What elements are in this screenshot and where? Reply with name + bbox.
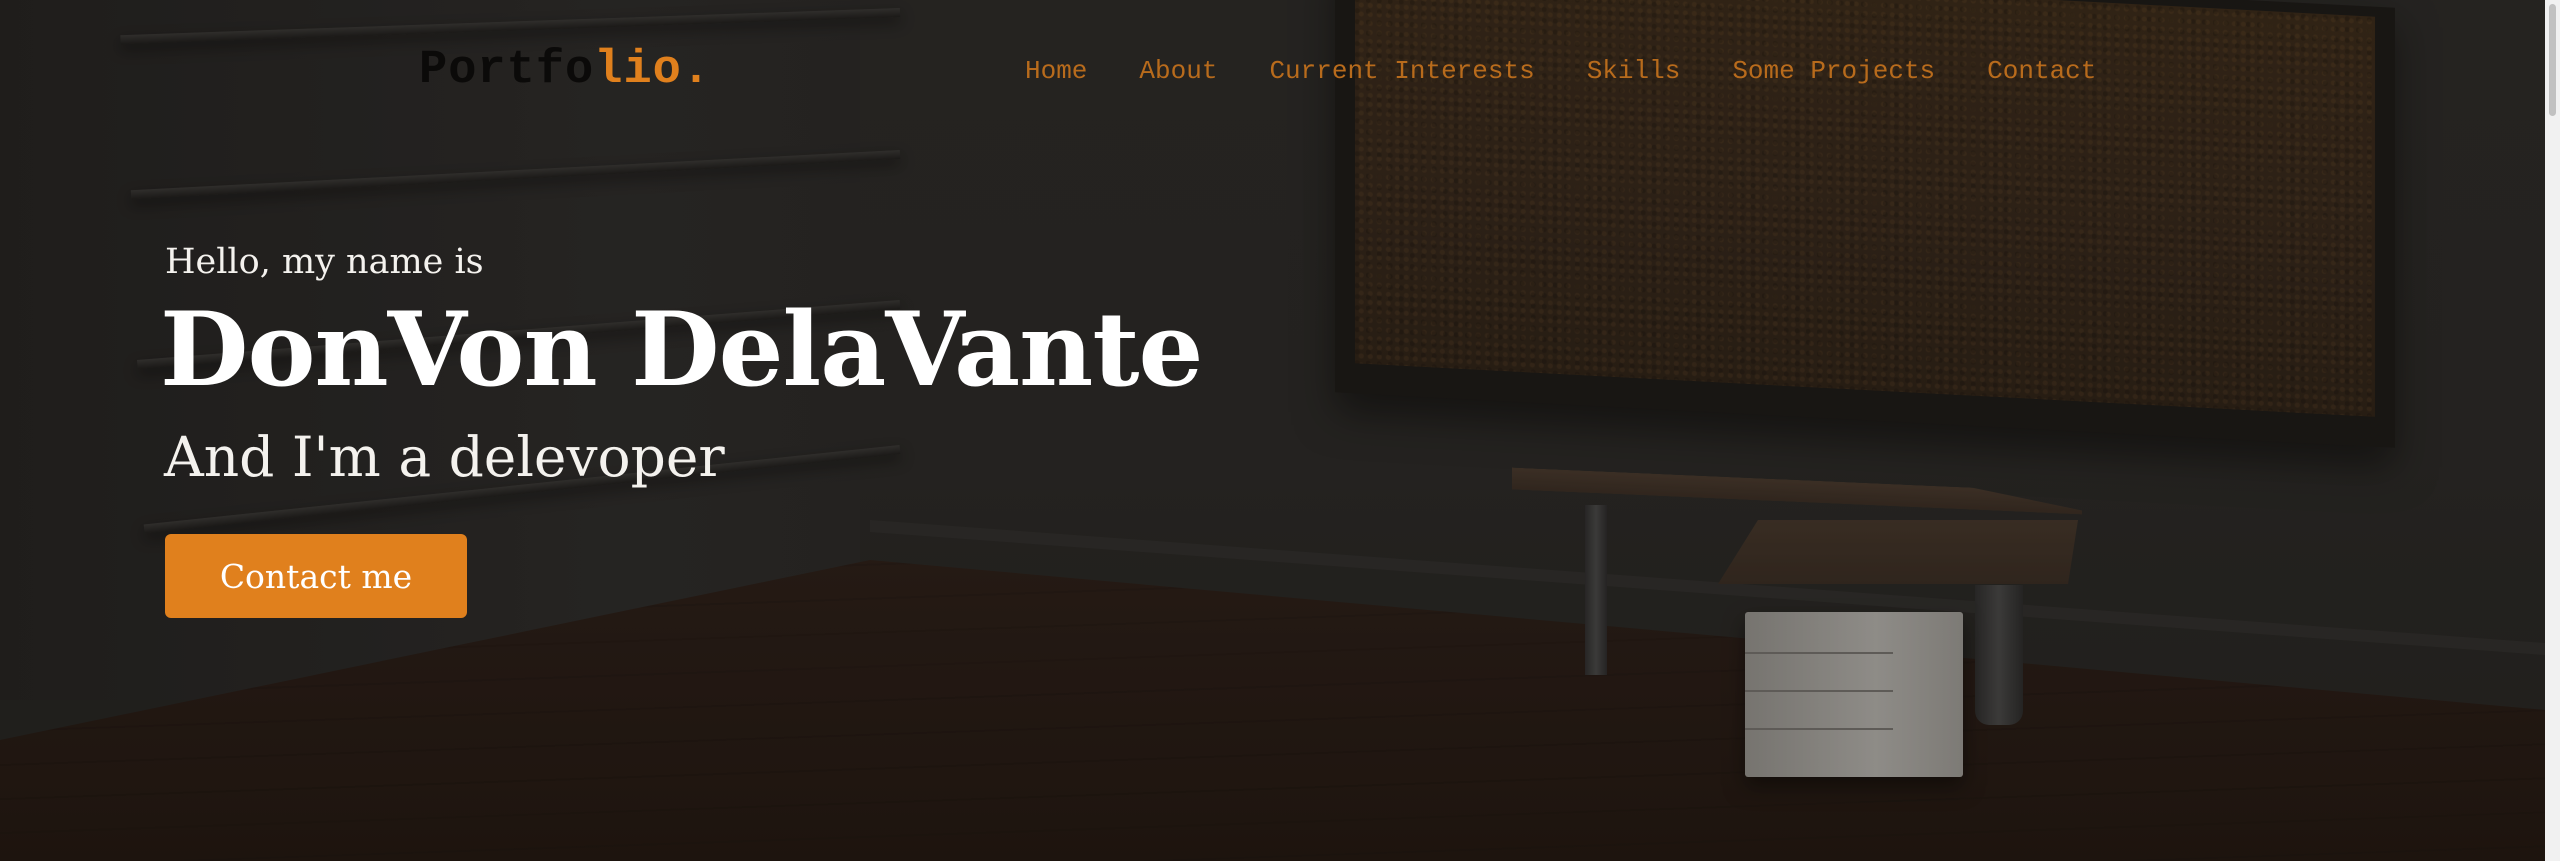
scrollbar-thumb[interactable] [2549,4,2556,116]
page-scrollbar[interactable] [2545,0,2560,861]
hero-role-text: And I'm a delevoper [164,425,725,489]
logo-text-accent: lio. [594,44,712,97]
nav-link-home[interactable]: Home [1025,56,1087,86]
nav-link-skills[interactable]: Skills [1587,56,1681,86]
hero-section: Portfolio. Home About Current Interests … [0,0,2545,861]
navbar: Portfolio. Home About Current Interests … [0,0,2545,145]
nav-link-some-projects[interactable]: Some Projects [1732,56,1935,86]
site-logo[interactable]: Portfolio. [419,44,711,97]
nav-link-about[interactable]: About [1139,56,1217,86]
logo-text-dark: Portfo [419,44,595,97]
nav-link-contact[interactable]: Contact [1987,56,2096,86]
hero-name-heading: DonVon DelaVante [160,290,1203,410]
hero-intro-text: Hello, my name is [165,242,484,282]
contact-me-button[interactable]: Contact me [165,534,467,618]
nav-menu: Home About Current Interests Skills Some… [1025,56,2096,86]
nav-link-current-interests[interactable]: Current Interests [1269,56,1534,86]
